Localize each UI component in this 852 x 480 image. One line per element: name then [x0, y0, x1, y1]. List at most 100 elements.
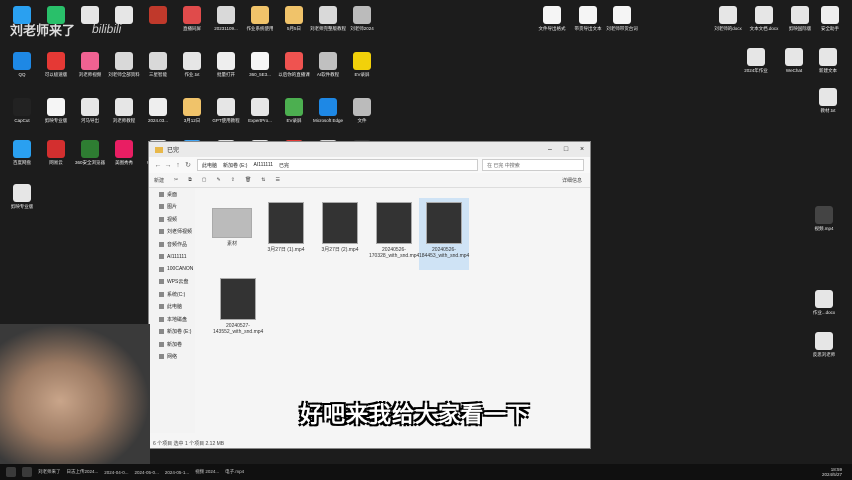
- rename-icon[interactable]: ✎: [217, 177, 221, 183]
- desktop-shortcut[interactable]: 文本文档.docx: [746, 6, 782, 46]
- desktop-shortcut[interactable]: 刘老师教程: [106, 98, 142, 138]
- taskbar-item[interactable]: 日志上传2024...: [67, 469, 99, 475]
- desktop-shortcut[interactable]: 百度网盘: [4, 140, 40, 180]
- new-button[interactable]: 新建: [154, 177, 164, 184]
- view-icon[interactable]: ☰: [276, 177, 280, 183]
- nav-pane-item[interactable]: 音频作品: [149, 238, 195, 251]
- delete-icon[interactable]: 🗑: [245, 177, 251, 183]
- nav-pane-item[interactable]: 桌面: [149, 188, 195, 201]
- desktop-shortcut[interactable]: 5月5日: [276, 6, 312, 46]
- system-clock[interactable]: 18:59 2024/5/27: [822, 467, 842, 477]
- desktop-shortcut[interactable]: 刘老师视频: [72, 52, 108, 92]
- desktop-shortcut[interactable]: 带货导出文本: [570, 6, 606, 46]
- up-arrow-icon[interactable]: ↑: [173, 162, 183, 169]
- paste-icon[interactable]: ▢: [202, 177, 207, 183]
- desktop-shortcut[interactable]: CapCut: [4, 98, 40, 138]
- nav-pane-item[interactable]: AI111111: [149, 251, 195, 264]
- breadcrumb-3[interactable]: 已完: [279, 162, 289, 169]
- desktop-shortcut[interactable]: 2024.03...: [140, 98, 176, 138]
- desktop-shortcut[interactable]: 河马导出: [72, 98, 108, 138]
- desktop-shortcut[interactable]: 作业系统使用: [242, 6, 278, 46]
- desktop-shortcut[interactable]: 3月12日: [174, 98, 210, 138]
- cut-icon[interactable]: ✂: [174, 177, 178, 183]
- desktop-shortcut[interactable]: AI软件教程: [310, 52, 346, 92]
- back-arrow-icon[interactable]: ←: [153, 162, 163, 169]
- nav-pane-item[interactable]: 本地磁盘: [149, 313, 195, 326]
- taskbar-item[interactable]: 刘老师来了: [38, 469, 61, 475]
- nav-pane-item[interactable]: 100CANON: [149, 263, 195, 276]
- close-button[interactable]: ×: [574, 146, 590, 153]
- desktop-shortcut[interactable]: 可以极速版: [38, 52, 74, 92]
- desktop-shortcut[interactable]: 作业.txt: [174, 52, 210, 92]
- desktop-shortcut[interactable]: 20231109...: [208, 6, 244, 46]
- nav-pane-item[interactable]: 此电脑: [149, 301, 195, 314]
- desktop-shortcut[interactable]: 网易云: [38, 140, 74, 180]
- start-icon[interactable]: [6, 467, 16, 477]
- desktop-shortcut[interactable]: 教材.txt: [810, 88, 846, 128]
- nav-pane-item[interactable]: 网络: [149, 351, 195, 364]
- desktop-shortcut[interactable]: 刘老师全部资料: [106, 52, 142, 92]
- desktop-shortcut[interactable]: 剪映专业版: [38, 98, 74, 138]
- nav-pane-item[interactable]: 系统(C:): [149, 288, 195, 301]
- breadcrumb-2[interactable]: AI111111: [253, 162, 273, 168]
- taskbar-item[interactable]: 2024-04-0...: [104, 470, 128, 475]
- desktop-shortcut[interactable]: Microsoft Edge: [310, 98, 346, 138]
- desktop-shortcut[interactable]: 2024年作业: [738, 48, 774, 88]
- desktop-shortcut[interactable]: 文件导出格式: [534, 6, 570, 46]
- search-input[interactable]: 在 已完 中搜索: [482, 159, 584, 171]
- desktop-shortcut[interactable]: EV录屏: [276, 98, 312, 138]
- nav-pane-item[interactable]: 图片: [149, 201, 195, 214]
- desktop-shortcut[interactable]: EV录屏: [344, 52, 380, 92]
- folder-item[interactable]: 素材: [207, 198, 257, 270]
- sort-icon[interactable]: ⇅: [261, 177, 265, 183]
- desktop-shortcut[interactable]: 360安全浏览器: [72, 140, 108, 180]
- video-file-item[interactable]: 20240526-184453_with_snd.mp4: [419, 198, 469, 270]
- video-file-item[interactable]: 20240526-170328_with_snd.mp4: [369, 198, 419, 270]
- breadcrumb-0[interactable]: 此电脑: [202, 162, 217, 169]
- desktop-shortcut[interactable]: 360_5E3...: [242, 52, 278, 92]
- desktop-shortcut[interactable]: [106, 6, 142, 46]
- desktop-shortcut[interactable]: [140, 6, 176, 46]
- desktop-shortcut[interactable]: 视频.mp4: [806, 206, 842, 246]
- desktop-shortcut[interactable]: 以后你的直播课: [276, 52, 312, 92]
- desktop-shortcut[interactable]: 刘老师2024: [344, 6, 380, 46]
- desktop-shortcut[interactable]: [72, 6, 108, 46]
- desktop-shortcut[interactable]: 刘老师完整版教程: [310, 6, 346, 46]
- desktop-shortcut[interactable]: ExpertPro...: [242, 98, 278, 138]
- share-icon[interactable]: ⇪: [231, 177, 235, 183]
- desktop-shortcut[interactable]: GPT使用教程: [208, 98, 244, 138]
- taskbar-item[interactable]: 视频 2024...: [195, 469, 219, 475]
- copy-icon[interactable]: ⧉: [188, 177, 192, 183]
- desktop-shortcut[interactable]: 三星智能: [140, 52, 176, 92]
- minimize-button[interactable]: –: [542, 146, 558, 153]
- video-file-item[interactable]: 20240527-143552_with_snd.mp4: [213, 274, 263, 346]
- nav-pane-item[interactable]: 新加卷 (E:): [149, 326, 195, 339]
- desktop-shortcut[interactable]: 作业...docx: [806, 290, 842, 330]
- desktop-shortcut[interactable]: [38, 6, 74, 46]
- desktop-shortcut[interactable]: 美图秀秀: [106, 140, 142, 180]
- nav-pane-item[interactable]: 视频: [149, 213, 195, 226]
- desktop-shortcut[interactable]: 安全助手: [812, 6, 848, 46]
- nav-pane-item[interactable]: 刘老师视频: [149, 226, 195, 239]
- breadcrumb-1[interactable]: 新加卷 (E:): [223, 162, 247, 169]
- desktop-shortcut[interactable]: 文件: [344, 98, 380, 138]
- address-bar[interactable]: 此电脑 新加卷 (E:) AI111111 已完: [197, 159, 478, 171]
- desktop-shortcut[interactable]: WeChat: [776, 48, 812, 88]
- nav-pane-item[interactable]: WPS云盘: [149, 276, 195, 289]
- desktop-shortcut[interactable]: 新建文本: [810, 48, 846, 88]
- video-file-item[interactable]: 3月27日 (1).mp4: [261, 198, 311, 270]
- taskbar-item[interactable]: 2024-05-1...: [165, 470, 189, 475]
- search-icon[interactable]: [22, 467, 32, 477]
- nav-pane-item[interactable]: 新加卷: [149, 338, 195, 351]
- maximize-button[interactable]: □: [558, 146, 574, 153]
- video-file-item[interactable]: 3月27日 (2).mp4: [315, 198, 365, 270]
- taskbar-item[interactable]: 电子.mp4: [225, 469, 244, 475]
- desktop-shortcut[interactable]: 刘老师带货台词: [604, 6, 640, 46]
- details-button[interactable]: 详细信息: [562, 177, 582, 184]
- refresh-icon[interactable]: ↻: [183, 161, 193, 169]
- taskbar-item[interactable]: 2024-05-0...: [135, 470, 159, 475]
- desktop-shortcut[interactable]: 反思刘老师: [806, 332, 842, 372]
- desktop-shortcut[interactable]: 剪映专业版: [4, 184, 40, 224]
- desktop-shortcut[interactable]: 直播同屏: [174, 6, 210, 46]
- desktop-shortcut[interactable]: [4, 6, 40, 46]
